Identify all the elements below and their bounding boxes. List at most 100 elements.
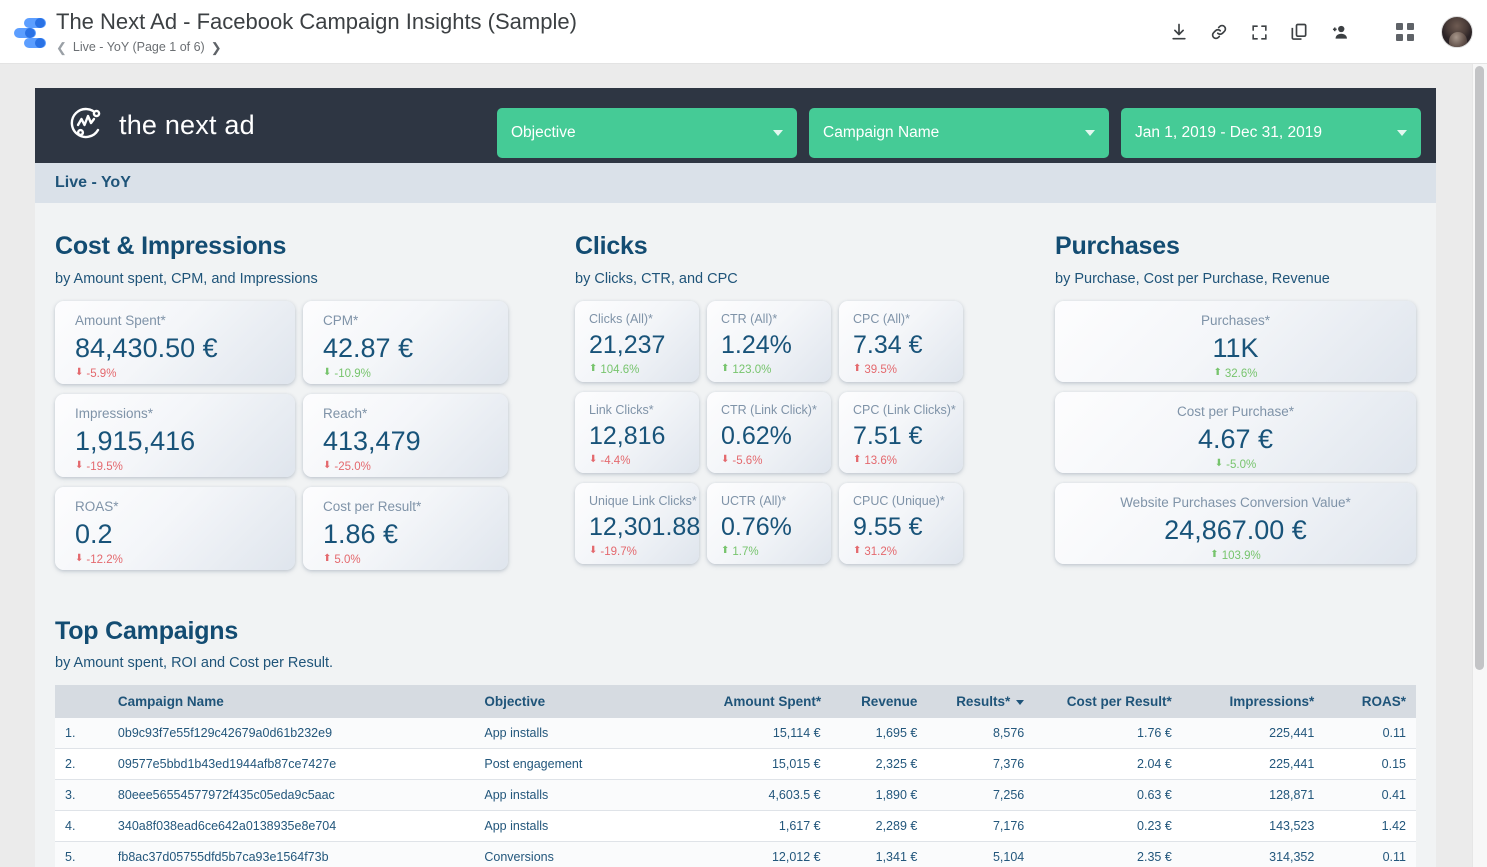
chevron-right-icon[interactable]: ❯ [211,41,222,54]
arrow-down-icon: ⬇ [721,454,730,466]
date-range-filter-label: Jan 1, 2019 - Dec 31, 2019 [1135,124,1322,141]
copy-icon[interactable] [1279,12,1319,52]
table-cell-revenue: 2,325 € [830,748,928,780]
avatar[interactable] [1441,16,1473,48]
table-column-header[interactable]: Cost per Result* [1034,685,1182,718]
table-cell-impressions: 143,523 [1181,810,1325,842]
breadcrumb-label: Live - YoY (Page 1 of 6) [72,40,205,54]
campaign-name-filter-label: Campaign Name [823,124,940,141]
kpi-delta-value: 39.5% [864,364,897,377]
campaign-name-filter[interactable]: Campaign Name [809,108,1109,158]
table-cell-spent: 1,617 € [713,810,831,842]
table-column-header[interactable]: Revenue [830,685,928,718]
table-cell-idx: 4. [55,810,108,842]
table-row[interactable]: 3. 80eee56554577972f435c05eda9c5aac App in… [55,779,1416,811]
brand: the next ad [67,103,255,148]
table-cell-name: 340a8f038ead6ce642a0138935e8e704 [107,810,475,842]
brand-name: the next ad [119,110,255,140]
arrow-down-icon: ⬇ [589,454,598,466]
date-range-filter[interactable]: Jan 1, 2019 - Dec 31, 2019 [1121,108,1421,158]
apps-grid-icon[interactable] [1385,12,1425,52]
table-column-header[interactable]: Objective [474,685,714,718]
kpi-card: CPUC (Unique)* 9.55 € ⬆ 31.2% [839,482,963,564]
kpi-delta-value: 31.2% [864,546,897,559]
document-title[interactable]: The Next Ad - Facebook Campaign Insights… [56,8,577,36]
kpi-delta: ⬇ -25.0% [323,461,508,474]
kpi-delta-value: 1.7% [732,546,759,559]
table-cell-impressions: 225,441 [1181,748,1325,780]
kpi-delta: ⬇ -10.9% [323,368,508,381]
table-cell-spent: 15,015 € [713,748,831,780]
arrow-down-icon: ⬇ [75,367,84,379]
vertical-scrollbar-thumb[interactable] [1475,66,1484,670]
table-column-header[interactable]: Results* [927,685,1035,718]
page-band-label: Live - YoY [55,174,131,191]
link-icon[interactable] [1199,12,1239,52]
download-icon[interactable] [1159,12,1199,52]
add-person-icon[interactable] [1319,12,1359,52]
arrow-up-icon: ⬆ [1210,549,1219,561]
kpi-delta: ⬇ -19.7% [589,546,699,559]
table-cell-roas: 1.42 [1324,810,1416,842]
table-column-header[interactable]: Amount Spent* [713,685,831,718]
kpi-card: CPC (All)* 7.34 € ⬆ 39.5% [839,300,963,382]
kpi-delta-value: -5.0% [1226,459,1257,472]
chevron-down-icon [1085,130,1095,136]
kpi-value: 42.87 € [323,333,414,363]
kpi-card: Amount Spent* 84,430.50 € ⬇ -5.9% [55,300,295,384]
clicks-kpi-grid: Clicks (All)* 21,237 ⬆ 104.6% CTR (All)* 1.24… [575,300,1055,564]
table-header-row: Campaign Name Objective Amount Spent* Reven… [55,685,1416,718]
purchases-kpi-grid: Purchases* 11K ⬆ 32.6% Cost per Purchase* 4.6… [1055,300,1416,564]
table-column-header[interactable]: Campaign Name [107,685,475,718]
table-cell-name: 09577e5bbd1b43ed1944afb87ce7427e [107,748,475,780]
table-cell-spent: 15,114 € [713,718,831,749]
table-column-header[interactable]: ROAS* [1324,685,1416,718]
breadcrumb: ❮ Live - YoY (Page 1 of 6) ❯ [56,39,577,55]
table-title: Top Campaigns [55,616,239,645]
chevron-left-icon[interactable]: ❮ [56,41,67,54]
objective-filter[interactable]: Objective [497,108,797,158]
table-body: 1. 0b9c93f7e55f129c42679a0d61b232e9 App in… [55,718,1416,867]
table-subtitle: by Amount spent, ROI and Cost per Result… [55,655,334,671]
table-cell-cpr: 0.63 € [1034,779,1182,811]
table-row[interactable]: 2. 09577e5bbd1b43ed1944afb87ce7427e Post e… [55,748,1416,780]
kpi-value: 12,816 [589,422,666,450]
section-title: Purchases [1055,232,1180,260]
table-cell-roas: 0.11 [1324,718,1416,749]
table-row[interactable]: 5. fb8ac37d05755dfd5b7ca93e1564f73b Conver… [55,841,1416,867]
table-cell-objective: App installs [474,810,714,842]
section-subtitle: by Amount spent, CPM, and Impressions [55,270,318,287]
kpi-card: CPM* 42.87 € ⬇ -10.9% [303,300,508,384]
fullscreen-icon[interactable] [1239,12,1279,52]
chevron-down-icon [1397,130,1407,136]
table-cell-results: 7,176 [927,810,1035,842]
kpi-label: Impressions* [75,405,154,421]
kpi-label: Link Clicks* [589,402,654,417]
kpi-delta: ⬆ 104.6% [589,364,699,377]
kpi-card: Purchases* 11K ⬆ 32.6% [1055,300,1416,382]
kpi-delta: ⬆ 123.0% [721,364,831,377]
table-column-header[interactable]: Impressions* [1181,685,1325,718]
table-cell-impressions: 225,441 [1181,718,1325,749]
table-cell-idx: 1. [55,718,108,749]
kpi-delta-value: 5.0% [334,554,361,567]
table-row[interactable]: 1. 0b9c93f7e55f129c42679a0d61b232e9 App in… [55,718,1416,749]
kpi-label: CTR (All)* [721,311,778,326]
kpi-label: Unique Link Clicks* [589,493,697,508]
table-row[interactable]: 4. 340a8f038ead6ce642a0138935e8e704 App in… [55,810,1416,842]
report-body: Cost & Impressions by Amount spent, CPM,… [35,203,1436,867]
table-cell-cpr: 2.35 € [1034,841,1182,867]
table-cell-impressions: 128,871 [1181,779,1325,811]
table-cell-objective: Conversions [474,841,714,867]
circular-chart-logo-icon [67,103,107,148]
kpi-delta: ⬇ -19.5% [75,461,295,474]
kpi-card: Cost per Purchase* 4.67 € ⬇ -5.0% [1055,391,1416,473]
kpi-label: ROAS* [75,498,119,514]
kpi-delta: ⬇ -5.0% [1055,459,1416,472]
kpi-delta-value: -19.7% [600,546,637,559]
table-column-header[interactable] [55,685,108,718]
table-cell-name: fb8ac37d05755dfd5b7ca93e1564f73b [107,841,475,867]
app-bar: The Next Ad - Facebook Campaign Insights… [0,0,1487,64]
table-cell-name: 0b9c93f7e55f129c42679a0d61b232e9 [107,718,475,749]
arrow-up-icon: ⬆ [853,545,862,557]
